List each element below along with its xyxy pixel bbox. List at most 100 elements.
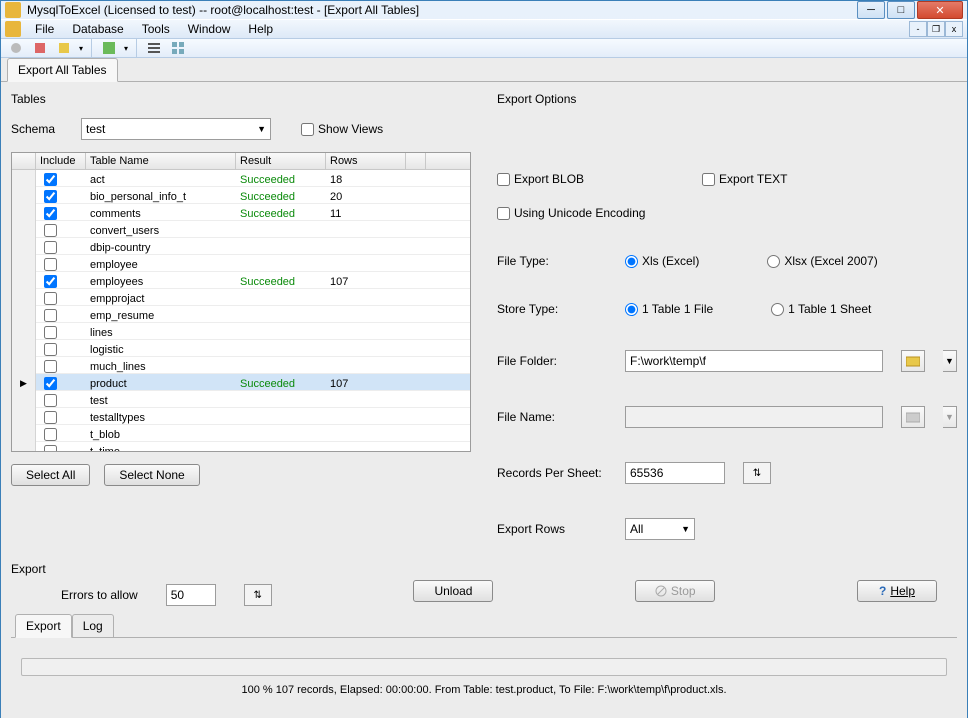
content: Tables Schema test ▼ Show Views [1,82,967,718]
document-tabs: Export All Tables [1,58,967,82]
table-row[interactable]: testalltypes [12,408,470,425]
table-row[interactable]: much_lines [12,357,470,374]
file-folder-label: File Folder: [497,354,607,368]
tab-export-all-tables[interactable]: Export All Tables [7,58,118,82]
table-body: actSucceeded18bio_personal_info_tSucceed… [12,170,470,452]
records-per-sheet-label: Records Per Sheet: [497,466,607,480]
table-row[interactable]: t_time [12,442,470,452]
export-rows-value: All [630,522,643,536]
row-name: testalltypes [86,412,236,424]
help-button[interactable]: ? Help [857,580,937,602]
close-button[interactable]: ✕ [917,1,963,19]
tab-export[interactable]: Export [15,614,72,638]
unload-button[interactable]: Unload [413,580,493,602]
table-row[interactable]: emp_resume [12,306,470,323]
options-title: Export Options [497,92,957,106]
folder-dropdown-button[interactable]: ▼ [943,350,957,372]
menu-tools[interactable]: Tools [134,20,178,38]
row-name: convert_users [86,225,236,237]
table-row[interactable]: dbip-country [12,238,470,255]
row-rows: 18 [326,174,406,186]
table-row[interactable]: t_blob [12,425,470,442]
file-type-row: File Type: Xls (Excel) Xlsx (Excel 2007) [497,254,957,268]
row-name: act [86,174,236,186]
minimize-button[interactable]: ─ [857,1,885,19]
table-row[interactable]: employeesSucceeded107 [12,272,470,289]
toolbar-query-icon[interactable] [100,39,118,57]
tab-log[interactable]: Log [72,614,114,638]
file-name-label: File Name: [497,410,607,424]
col-gutter [12,153,36,169]
titlebar: MysqlToExcel (Licensed to test) -- root@… [1,1,967,19]
export-action-row: Errors to allow ⇅ Unload Stop ? Help [11,576,957,606]
table-row[interactable]: test [12,391,470,408]
window-title: MysqlToExcel (Licensed to test) -- root@… [27,3,857,17]
schema-combo[interactable]: test ▼ [81,118,271,140]
col-table-name[interactable]: Table Name [86,153,236,169]
tables-grid[interactable]: Include Table Name Result Rows actSuccee… [11,152,471,452]
store-1file-radio[interactable]: 1 Table 1 File [625,302,713,316]
stop-icon [655,585,667,597]
table-row[interactable]: logistic [12,340,470,357]
store-1sheet-radio[interactable]: 1 Table 1 Sheet [771,302,871,316]
unicode-checkbox[interactable]: Using Unicode Encoding [497,206,645,220]
table-row[interactable]: empprojact [12,289,470,306]
file-type-xls-radio[interactable]: Xls (Excel) [625,254,699,268]
file-folder-row: File Folder: ▼ [497,350,957,372]
export-rows-combo[interactable]: All ▼ [625,518,695,540]
row-result: Succeeded [236,174,326,186]
errors-spin-button[interactable]: ⇅ [244,584,272,606]
toolbar-grid-icon[interactable] [169,39,187,57]
toolbar-wizard-icon[interactable] [7,39,25,57]
menu-window[interactable]: Window [180,20,239,38]
table-row[interactable]: bio_personal_info_tSucceeded20 [12,187,470,204]
row-rows: 11 [326,208,406,220]
browse-folder-button[interactable] [901,350,925,372]
export-rows-label: Export Rows [497,522,607,536]
toolbar-dropdown-arrow-2[interactable]: ▾ [124,44,128,53]
toolbar-import-icon[interactable] [31,39,49,57]
mdi-minimize-button[interactable]: - [909,21,927,37]
export-text-checkbox[interactable]: Export TEXT [702,172,787,186]
row-result: Succeeded [236,378,326,390]
records-per-sheet-input[interactable] [625,462,725,484]
row-name: logistic [86,344,236,356]
mdi-close-button[interactable]: x [945,21,963,37]
menubar: File Database Tools Window Help - ❐ x [1,19,967,39]
menu-help[interactable]: Help [240,20,281,38]
toolbar: ▾ ▾ [1,39,967,58]
records-spin-button[interactable]: ⇅ [743,462,771,484]
table-row[interactable]: convert_users [12,221,470,238]
toolbar-dropdown-arrow[interactable]: ▾ [79,44,83,53]
maximize-button[interactable]: □ [887,1,915,19]
menu-database[interactable]: Database [64,20,131,38]
row-name: test [86,395,236,407]
row-name: emp_resume [86,310,236,322]
progress-area: 100 % 107 records, Elapsed: 00:00:00. Fr… [11,646,957,708]
toolbar-browse-icon[interactable] [145,39,163,57]
file-folder-input[interactable] [625,350,883,372]
show-views-input[interactable] [301,123,314,136]
bottom-tabs: Export Log [11,614,957,638]
menu-file[interactable]: File [27,20,62,38]
file-type-xlsx-radio[interactable]: Xlsx (Excel 2007) [767,254,877,268]
select-all-button[interactable]: Select All [11,464,90,486]
window-controls: ─ □ ✕ [857,1,963,19]
table-row[interactable]: lines [12,323,470,340]
export-blob-checkbox[interactable]: Export BLOB [497,172,584,186]
col-rows[interactable]: Rows [326,153,406,169]
table-row[interactable]: employee [12,255,470,272]
table-row[interactable]: commentsSucceeded11 [12,204,470,221]
select-none-button[interactable]: Select None [104,464,199,486]
row-rows: 107 [326,276,406,288]
file-dropdown-button: ▼ [943,406,957,428]
table-row[interactable]: productSucceeded107 [12,374,470,391]
mdi-restore-button[interactable]: ❐ [927,21,945,37]
errors-input[interactable] [166,584,216,606]
table-row[interactable]: actSucceeded18 [12,170,470,187]
row-include[interactable] [36,442,86,452]
col-include[interactable]: Include [36,153,86,169]
col-result[interactable]: Result [236,153,326,169]
toolbar-export-icon[interactable] [55,39,73,57]
show-views-checkbox[interactable]: Show Views [301,122,383,136]
